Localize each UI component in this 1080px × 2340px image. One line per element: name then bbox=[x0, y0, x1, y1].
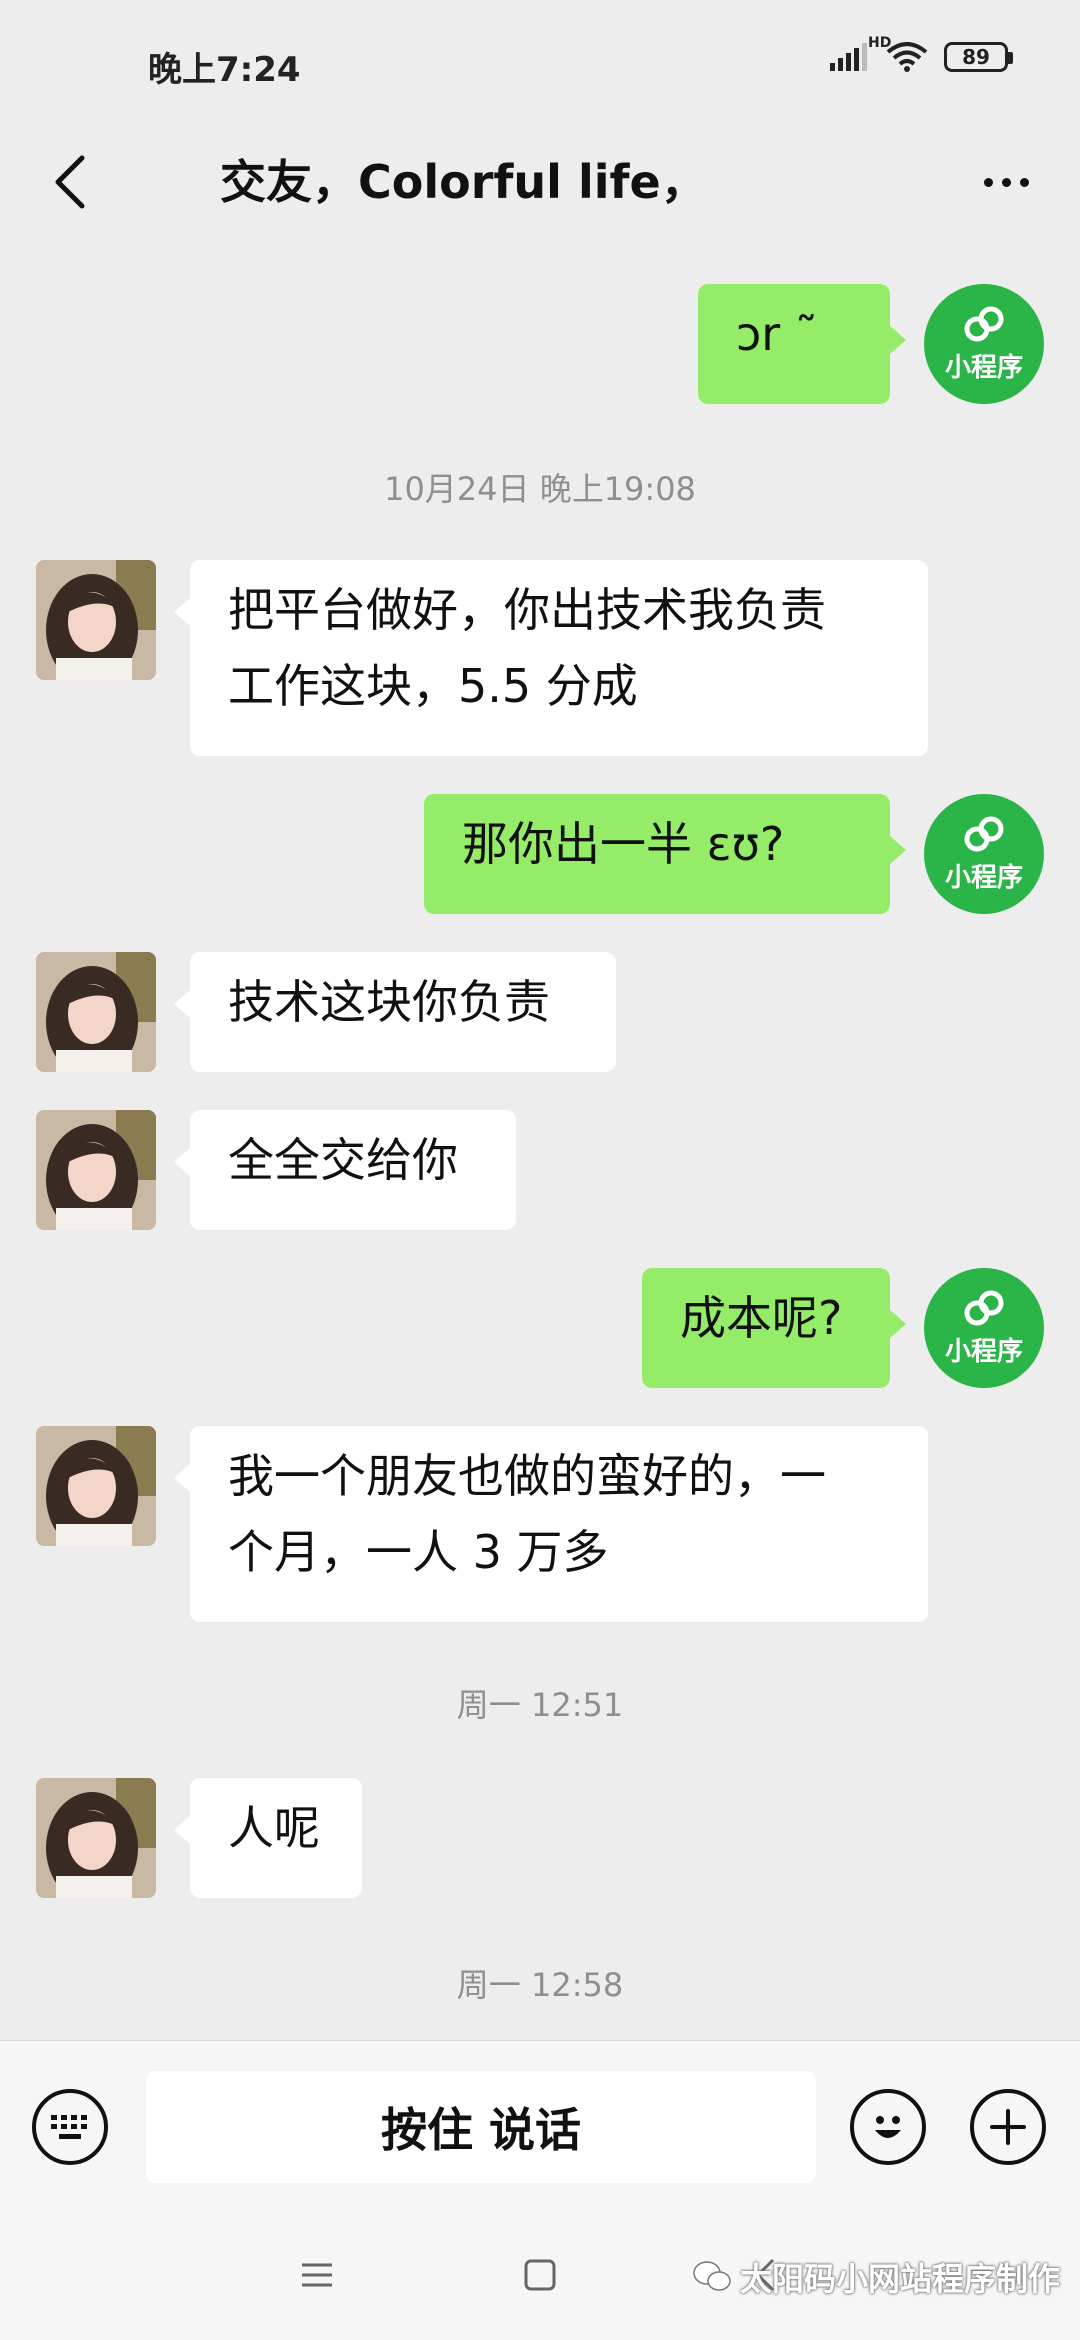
message-bubble-outgoing[interactable]: 成本呢? bbox=[642, 1268, 906, 1388]
message-bubble-incoming[interactable]: 把平台做好，你出技术我负责 工作这块，5.5 分成 bbox=[174, 560, 928, 756]
message-bubble-outgoing[interactable]: ɔr ˜ bbox=[698, 284, 906, 404]
more-options-button[interactable] bbox=[966, 142, 1046, 222]
wifi-icon bbox=[886, 42, 928, 72]
contact-avatar[interactable] bbox=[36, 952, 156, 1072]
hold-to-talk-button[interactable]: 按住 说话 bbox=[146, 2071, 816, 2183]
battery-level: 89 bbox=[962, 45, 990, 69]
system-nav-bar: 太阳码小网站程序制作 bbox=[0, 2210, 1080, 2340]
signal-icon: HD bbox=[830, 35, 891, 71]
message-text: 成本呢? bbox=[680, 1291, 843, 1345]
message-bubble-incoming[interactable]: 技术这块你负责 bbox=[174, 952, 616, 1072]
message-text: ɔr ˜ bbox=[736, 307, 818, 361]
more-dot-icon bbox=[1019, 177, 1029, 187]
keyboard-icon bbox=[51, 2115, 87, 2139]
nav-home-button[interactable] bbox=[505, 2240, 575, 2310]
contact-avatar[interactable] bbox=[36, 560, 156, 680]
hd-label: HD bbox=[868, 35, 892, 51]
status-icons: HD 89 bbox=[830, 35, 1013, 72]
nav-menu-button[interactable] bbox=[282, 2240, 352, 2310]
message-bubble-incoming[interactable]: 全全交给你 bbox=[174, 1110, 516, 1230]
contact-avatar-image bbox=[36, 1426, 156, 1546]
message-bubble-incoming[interactable]: 我一个朋友也做的蛮好的，一 个月，一人 3 万多 bbox=[174, 1426, 928, 1622]
more-dot-icon bbox=[983, 177, 993, 187]
battery-icon: 89 bbox=[944, 42, 1013, 72]
message-text: 全全交给你 bbox=[228, 1133, 458, 1187]
mini-program-label: 小程序 bbox=[944, 352, 1023, 383]
contact-avatar-image bbox=[36, 1778, 156, 1898]
mini-program-avatar[interactable]: 小程序 bbox=[924, 794, 1044, 914]
watermark-text: 太阳码小网站程序制作 bbox=[739, 2260, 1060, 2298]
message-text: 那你出一半 ɛʊ? bbox=[462, 817, 785, 871]
contact-avatar-image bbox=[36, 952, 156, 1072]
message-text: 人呢 bbox=[228, 1801, 320, 1855]
contact-avatar-image bbox=[36, 560, 156, 680]
mini-program-icon bbox=[964, 306, 1004, 341]
square-home-icon bbox=[524, 2259, 556, 2291]
keyboard-toggle-button[interactable] bbox=[32, 2089, 108, 2165]
mini-program-avatar[interactable]: 小程序 bbox=[924, 1268, 1044, 1388]
emoji-button[interactable] bbox=[850, 2089, 926, 2165]
mini-program-icon bbox=[964, 1290, 1004, 1325]
status-bar: 晚上7:24 HD 89 bbox=[0, 0, 1080, 130]
message-text: 技术这块你负责 bbox=[228, 975, 550, 1029]
mini-program-label: 小程序 bbox=[944, 862, 1023, 893]
more-actions-button[interactable] bbox=[970, 2089, 1046, 2165]
more-dot-icon bbox=[1001, 177, 1011, 187]
menu-icon bbox=[302, 2263, 332, 2287]
message-text-line: 我一个朋友也做的蛮好的，一 bbox=[228, 1449, 826, 1503]
contact-avatar[interactable] bbox=[36, 1110, 156, 1230]
wechat-logo-icon bbox=[693, 2261, 731, 2291]
mini-program-label: 小程序 bbox=[944, 1336, 1023, 1367]
chat-header: 交友，Colorful life， bbox=[0, 130, 1080, 240]
mini-program-icon bbox=[964, 816, 1004, 851]
message-text-line: 工作这块，5.5 分成 bbox=[228, 659, 638, 713]
chat-timestamp: 周一 12:51 bbox=[456, 1686, 624, 1724]
message-text-line: 把平台做好，你出技术我负责 bbox=[228, 583, 826, 637]
contact-avatar[interactable] bbox=[36, 1778, 156, 1898]
message-bubble-incoming[interactable]: 人呢 bbox=[174, 1778, 362, 1898]
back-button[interactable] bbox=[30, 142, 110, 222]
chat-title: 交友，Colorful life， bbox=[220, 155, 707, 209]
contact-avatar[interactable] bbox=[36, 1426, 156, 1546]
chat-timestamp: 10月24日 晚上19:08 bbox=[384, 470, 696, 508]
message-text-line: 个月，一人 3 万多 bbox=[228, 1525, 609, 1579]
mini-program-avatar[interactable]: 小程序 bbox=[924, 284, 1044, 404]
chat-timestamp: 周一 12:58 bbox=[456, 1966, 624, 2004]
status-time: 晚上7:24 bbox=[148, 50, 301, 90]
chevron-left-icon bbox=[55, 155, 85, 209]
plus-icon bbox=[990, 2109, 1026, 2145]
contact-avatar-image bbox=[36, 1110, 156, 1230]
emoji-icon bbox=[875, 2116, 901, 2138]
message-bubble-outgoing[interactable]: 那你出一半 ɛʊ? bbox=[424, 794, 906, 914]
chat-screen: 晚上7:24 HD 89 交友，Colorful life， ɔr ˜ 小程序 … bbox=[0, 0, 1080, 2340]
watermark: 太阳码小网站程序制作 bbox=[692, 2254, 1060, 2300]
